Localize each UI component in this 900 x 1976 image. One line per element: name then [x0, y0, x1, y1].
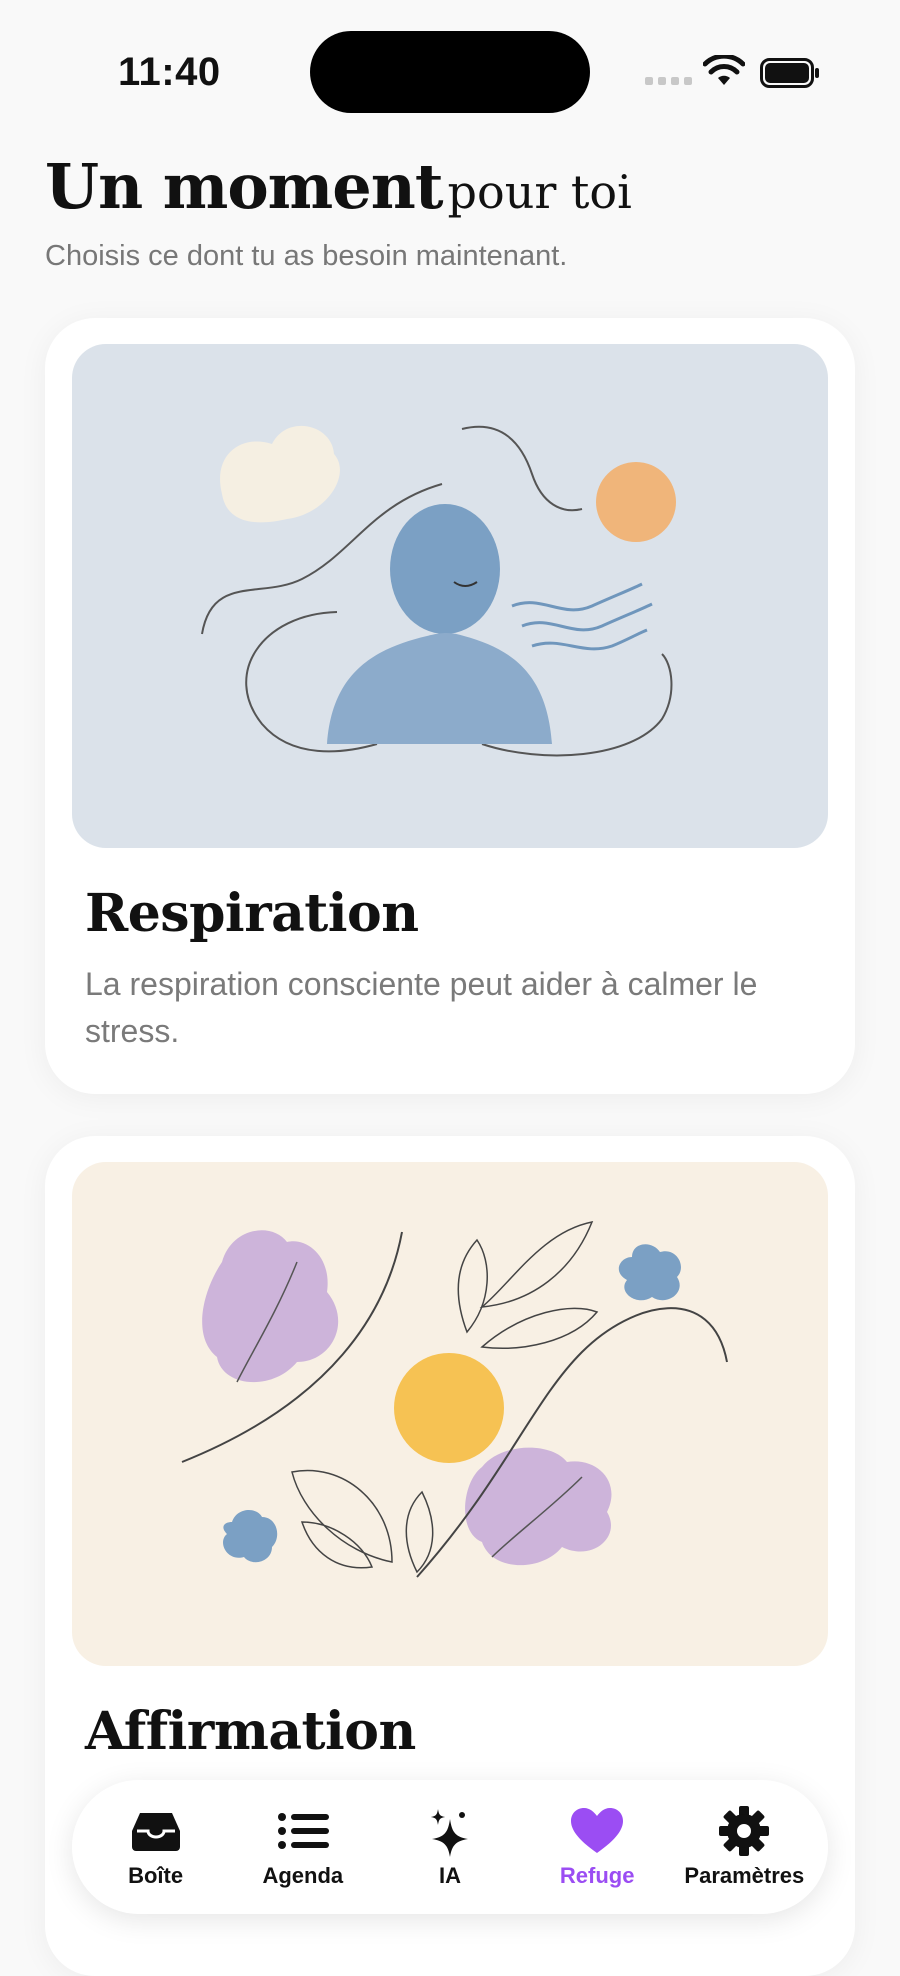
tab-parametres[interactable]: Paramètres [674, 1805, 814, 1889]
list-icon [277, 1813, 329, 1849]
breathing-figure-illustration [72, 344, 828, 848]
status-bar: 11:40 [0, 0, 900, 140]
sparkles-icon [430, 1809, 468, 1857]
battery-icon [760, 58, 819, 88]
inbox-tray-icon [131, 1813, 180, 1851]
heart-icon [571, 1808, 624, 1853]
respiration-card[interactable]: Respiration La respiration consciente pe… [45, 318, 855, 1094]
tab-agenda[interactable]: Agenda [233, 1805, 373, 1889]
tab-boite[interactable]: Boîte [86, 1805, 226, 1889]
leaves-and-sun-illustration [72, 1162, 828, 1666]
dynamic-island [310, 31, 590, 113]
cellular-signal-icon [645, 77, 692, 85]
respiration-description: La respiration consciente peut aider à c… [85, 966, 758, 1049]
affirmation-title: Affirmation [85, 1701, 416, 1762]
tab-boite-label: Boîte [128, 1863, 184, 1888]
respiration-title: Respiration [85, 883, 419, 944]
page-title-light: pour toi [447, 165, 632, 219]
gear-icon [719, 1806, 770, 1856]
tab-bar: Boîte Agenda IA Refuge Paramètres [72, 1780, 828, 1914]
tab-ia[interactable]: IA [380, 1805, 520, 1889]
page-title: Un moment pour toi [45, 150, 632, 223]
tab-refuge-label: Refuge [559, 1863, 635, 1888]
status-time: 11:40 [118, 50, 221, 94]
tab-ia-label: IA [438, 1863, 461, 1888]
tab-agenda-label: Agenda [262, 1863, 344, 1888]
page-subtitle: Choisis ce dont tu as besoin maintenant. [45, 240, 568, 272]
tab-refuge[interactable]: Refuge [527, 1805, 667, 1889]
tab-parametres-label: Paramètres [684, 1863, 805, 1888]
wifi-icon [703, 55, 745, 85]
page-title-bold: Un moment [45, 150, 443, 223]
